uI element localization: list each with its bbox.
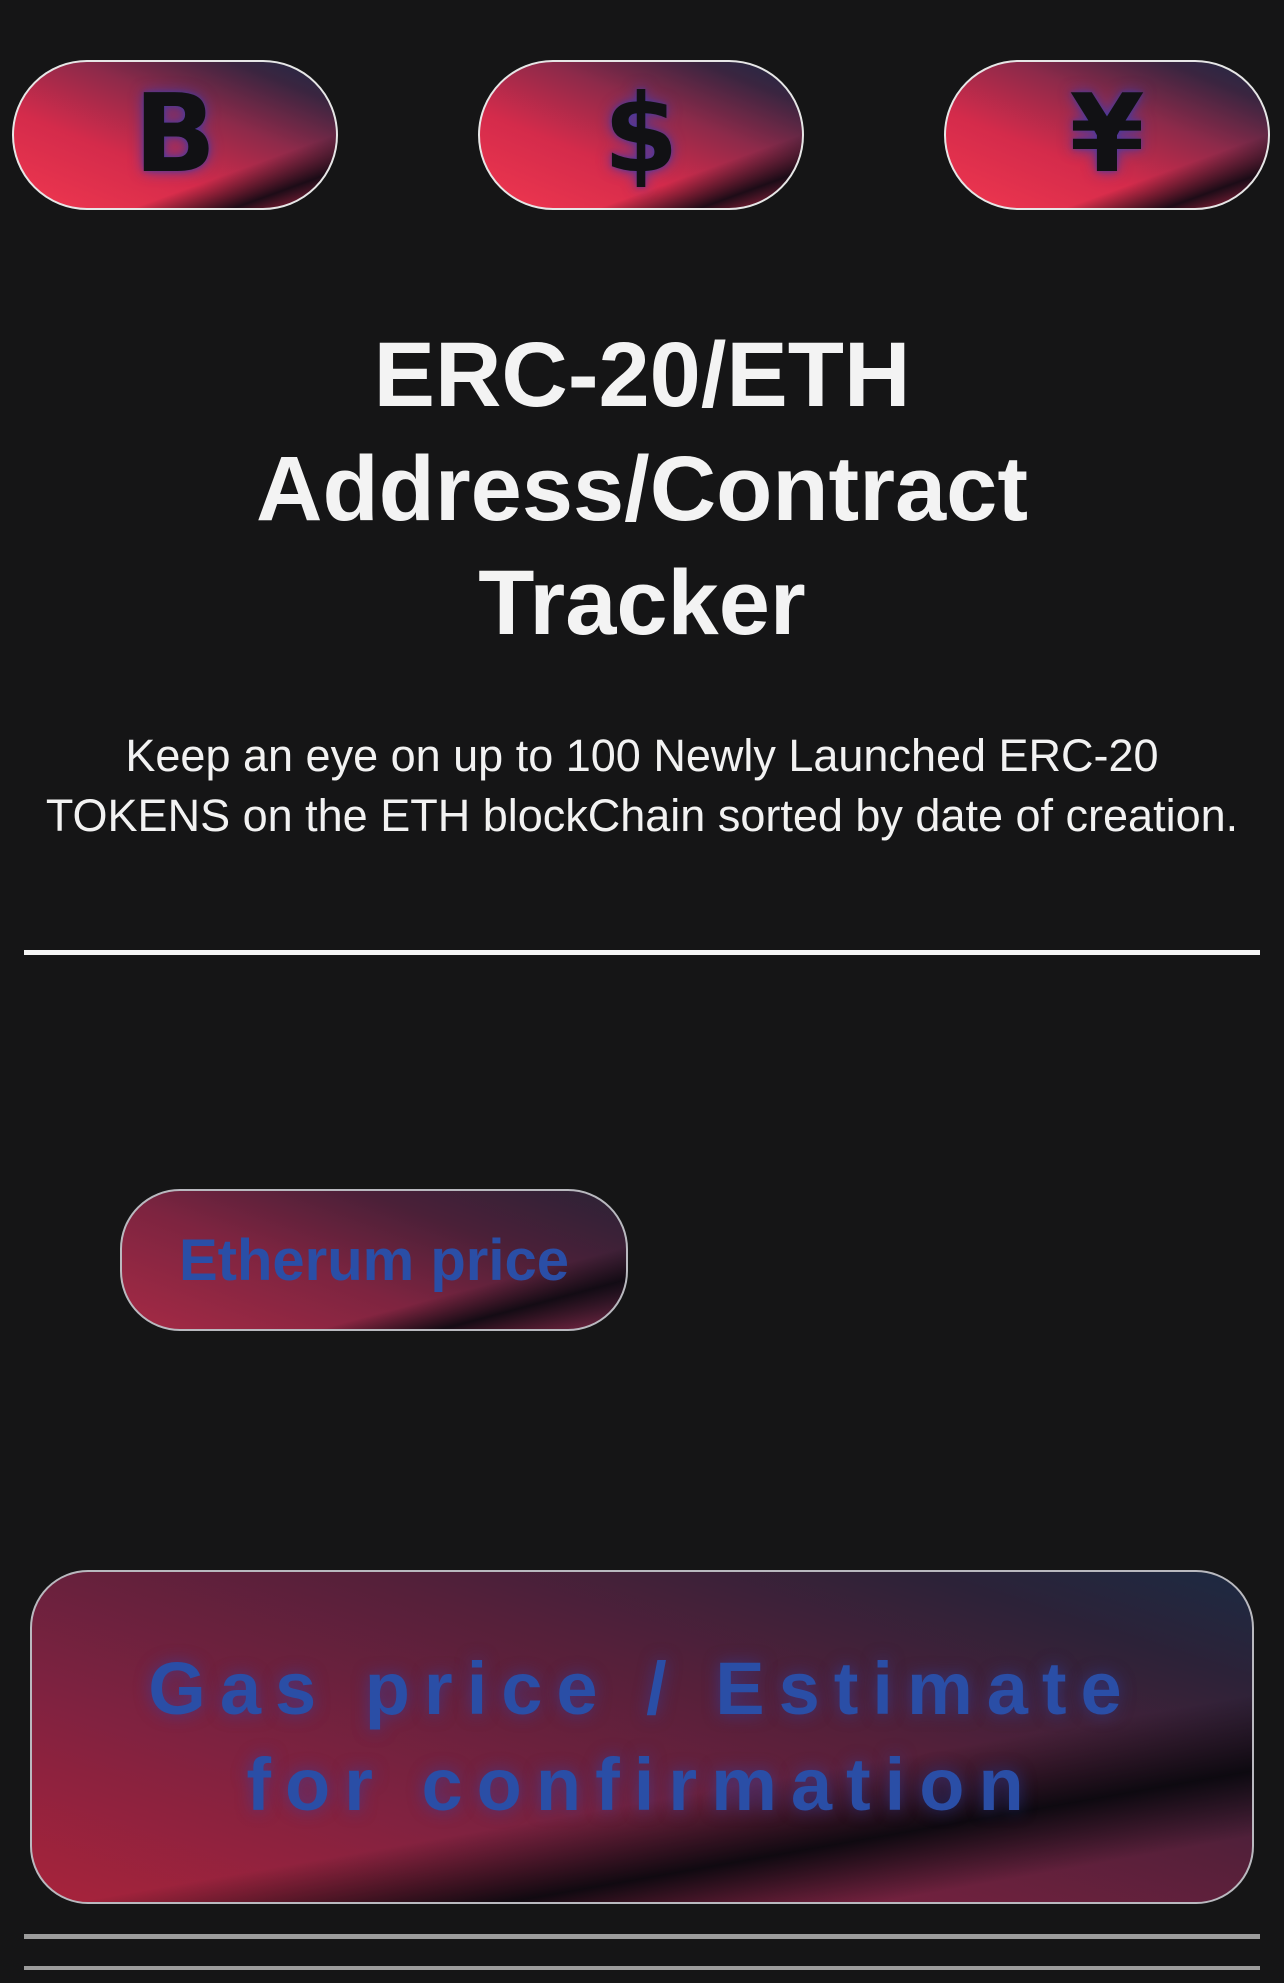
ethereum-price-label: Etherum price bbox=[179, 1227, 569, 1293]
bitcoin-icon: B bbox=[133, 72, 217, 197]
yen-icon: ¥ bbox=[1069, 72, 1145, 197]
page-title: ERC-20/ETH Address/Contract Tracker bbox=[256, 324, 1028, 654]
dollar-icon: $ bbox=[603, 72, 679, 197]
page-subtitle: Keep an eye on up to 100 Newly Launched … bbox=[45, 730, 1239, 841]
footer-divider bbox=[24, 1934, 1260, 1939]
header-divider bbox=[24, 950, 1260, 955]
footer-divider-secondary bbox=[24, 1966, 1260, 1970]
gas-price-label: Gas price / Estimate for confirmation bbox=[148, 1647, 1136, 1826]
gas-price-panel[interactable]: Gas price / Estimate for confirmation bbox=[30, 1570, 1254, 1904]
currency-button-row: B $ ¥ bbox=[0, 60, 1284, 212]
yen-button[interactable]: ¥ bbox=[944, 60, 1270, 210]
dollar-button[interactable]: $ bbox=[478, 60, 804, 210]
bitcoin-button[interactable]: B bbox=[12, 60, 338, 210]
ethereum-price-button[interactable]: Etherum price bbox=[120, 1189, 628, 1331]
